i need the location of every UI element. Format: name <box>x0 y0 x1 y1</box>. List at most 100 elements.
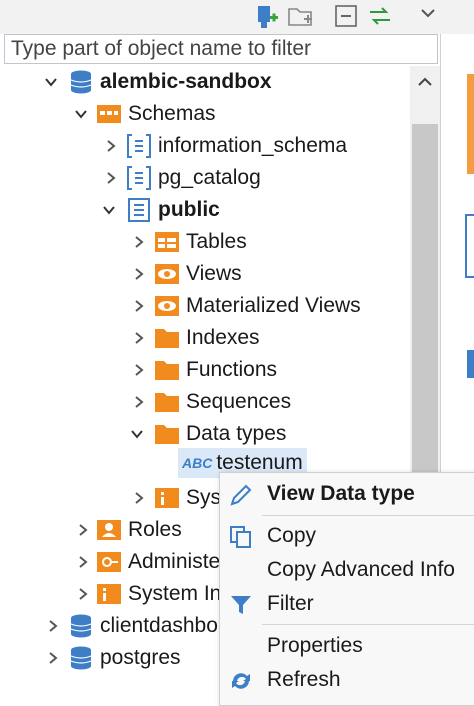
menu-separator <box>262 515 474 516</box>
schemas-label: Schemas <box>128 102 216 125</box>
tree-item-indexes[interactable]: Indexes <box>154 322 260 354</box>
folder-icon <box>155 329 179 348</box>
tree-item-schemas[interactable]: Schemas <box>96 98 216 130</box>
copy-icon <box>230 526 251 548</box>
materialized-views-eye-icon <box>155 296 179 316</box>
chevron-right-icon[interactable] <box>132 363 146 377</box>
tree-item-roles[interactable]: Roles <box>96 514 182 546</box>
tree-item-data-types[interactable]: Data types <box>154 418 286 450</box>
folder-label: Sys <box>186 486 222 509</box>
tree-item-sequences[interactable]: Sequences <box>154 386 291 418</box>
database-icon <box>70 70 92 94</box>
chevron-right-icon[interactable] <box>132 235 146 249</box>
panel-icon-strip <box>467 74 474 174</box>
view-menu-icon[interactable] <box>414 2 442 30</box>
folder-label: Sequences <box>186 390 292 413</box>
folder-label: Tables <box>186 230 247 253</box>
menu-item-filter[interactable]: Filter <box>220 587 474 621</box>
chevron-down-icon[interactable] <box>44 75 58 89</box>
chevron-right-icon[interactable] <box>132 299 146 313</box>
info-folder-icon <box>155 488 179 508</box>
folder-label: Data types <box>186 422 287 445</box>
folder-label: System In <box>128 582 222 605</box>
schema-label: public <box>158 198 220 221</box>
schema-label: information_schema <box>158 134 348 157</box>
chevron-right-icon[interactable] <box>46 651 60 665</box>
tree-item-administer[interactable]: Administe <box>96 546 220 578</box>
menu-item-copy-advanced[interactable]: Copy Advanced Info <box>220 553 474 587</box>
tree-item-views[interactable]: Views <box>154 258 242 290</box>
folder-icon <box>155 393 179 412</box>
tree-item-connection[interactable]: clientdashbo <box>68 610 218 642</box>
scroll-up-icon[interactable] <box>416 74 434 88</box>
administer-icon <box>97 552 121 572</box>
tree-item-system-info-db[interactable]: System In <box>96 578 221 610</box>
chevron-right-icon[interactable] <box>132 331 146 345</box>
abc-datatype-icon: ABC <box>182 455 213 471</box>
tree-item-connection[interactable]: postgres <box>68 642 181 674</box>
folder-label: Indexes <box>186 326 260 349</box>
chevron-right-icon[interactable] <box>104 171 118 185</box>
schema-icon <box>127 166 151 190</box>
tree-item-connection[interactable]: alembic-sandbox <box>68 66 272 98</box>
chevron-right-icon[interactable] <box>104 139 118 153</box>
menu-item-copy[interactable]: Copy <box>220 519 474 553</box>
link-with-editor-icon[interactable] <box>366 2 394 30</box>
folder-icon <box>155 425 179 444</box>
menu-label: View Data type <box>267 482 415 505</box>
chevron-right-icon[interactable] <box>132 395 146 409</box>
chevron-right-icon[interactable] <box>76 523 90 537</box>
schemas-folder-icon <box>97 105 121 123</box>
folder-label: Administe <box>128 550 221 573</box>
tree-item-materialized-views[interactable]: Materialized Views <box>154 290 361 322</box>
pencil-icon <box>230 484 252 506</box>
schema-icon <box>128 198 150 222</box>
chevron-right-icon[interactable] <box>132 267 146 281</box>
folder-icon <box>155 361 179 380</box>
panel-grid-icon <box>467 350 474 378</box>
object-filter-input[interactable] <box>5 35 437 63</box>
menu-item-properties[interactable]: Properties <box>220 629 474 663</box>
menu-label: Copy <box>267 524 317 547</box>
chevron-down-icon[interactable] <box>74 107 88 121</box>
collapse-all-icon[interactable] <box>332 2 360 30</box>
menu-label: Copy Advanced Info <box>267 558 455 581</box>
chevron-right-icon[interactable] <box>46 619 60 633</box>
tree-item-functions[interactable]: Functions <box>154 354 277 386</box>
menu-item-view-data-type[interactable]: View Data type <box>220 477 474 511</box>
database-icon <box>70 646 92 670</box>
filter-box <box>4 34 438 64</box>
tables-icon <box>155 232 179 252</box>
connection-label: alembic-sandbox <box>100 70 272 93</box>
views-eye-icon <box>155 264 179 284</box>
folder-label: Roles <box>128 518 182 541</box>
menu-label: Refresh <box>267 668 341 691</box>
navigator-toolbar <box>0 0 474 34</box>
info-folder-icon <box>97 584 121 604</box>
roles-icon <box>97 520 121 540</box>
tree-item-schema[interactable]: pg_catalog <box>126 162 261 194</box>
folder-label: Materialized Views <box>186 294 361 317</box>
tree-item-schema-public[interactable]: public <box>126 194 220 226</box>
panel-frame-icon <box>465 214 474 278</box>
menu-label: Properties <box>267 634 363 657</box>
new-connection-icon[interactable] <box>252 2 280 30</box>
chevron-right-icon[interactable] <box>76 555 90 569</box>
chevron-down-icon[interactable] <box>102 203 116 217</box>
chevron-right-icon[interactable] <box>132 491 146 505</box>
chevron-down-icon[interactable] <box>130 427 144 441</box>
context-menu: View Data type Copy Copy Advanced Info F… <box>219 472 474 706</box>
menu-item-refresh[interactable]: Refresh <box>220 663 474 697</box>
tree-item-schema[interactable]: information_schema <box>126 130 347 162</box>
tree-item-system-info[interactable]: Sys <box>154 482 221 514</box>
new-folder-icon[interactable] <box>286 2 314 30</box>
folder-label: Views <box>186 262 242 285</box>
menu-label: Filter <box>267 592 314 615</box>
connection-label: clientdashbo <box>100 614 218 637</box>
connection-label: postgres <box>100 646 181 669</box>
database-icon <box>70 614 92 638</box>
refresh-icon <box>232 673 250 689</box>
chevron-right-icon[interactable] <box>76 587 90 601</box>
tree-item-tables[interactable]: Tables <box>154 226 247 258</box>
filter-funnel-icon <box>231 596 251 614</box>
